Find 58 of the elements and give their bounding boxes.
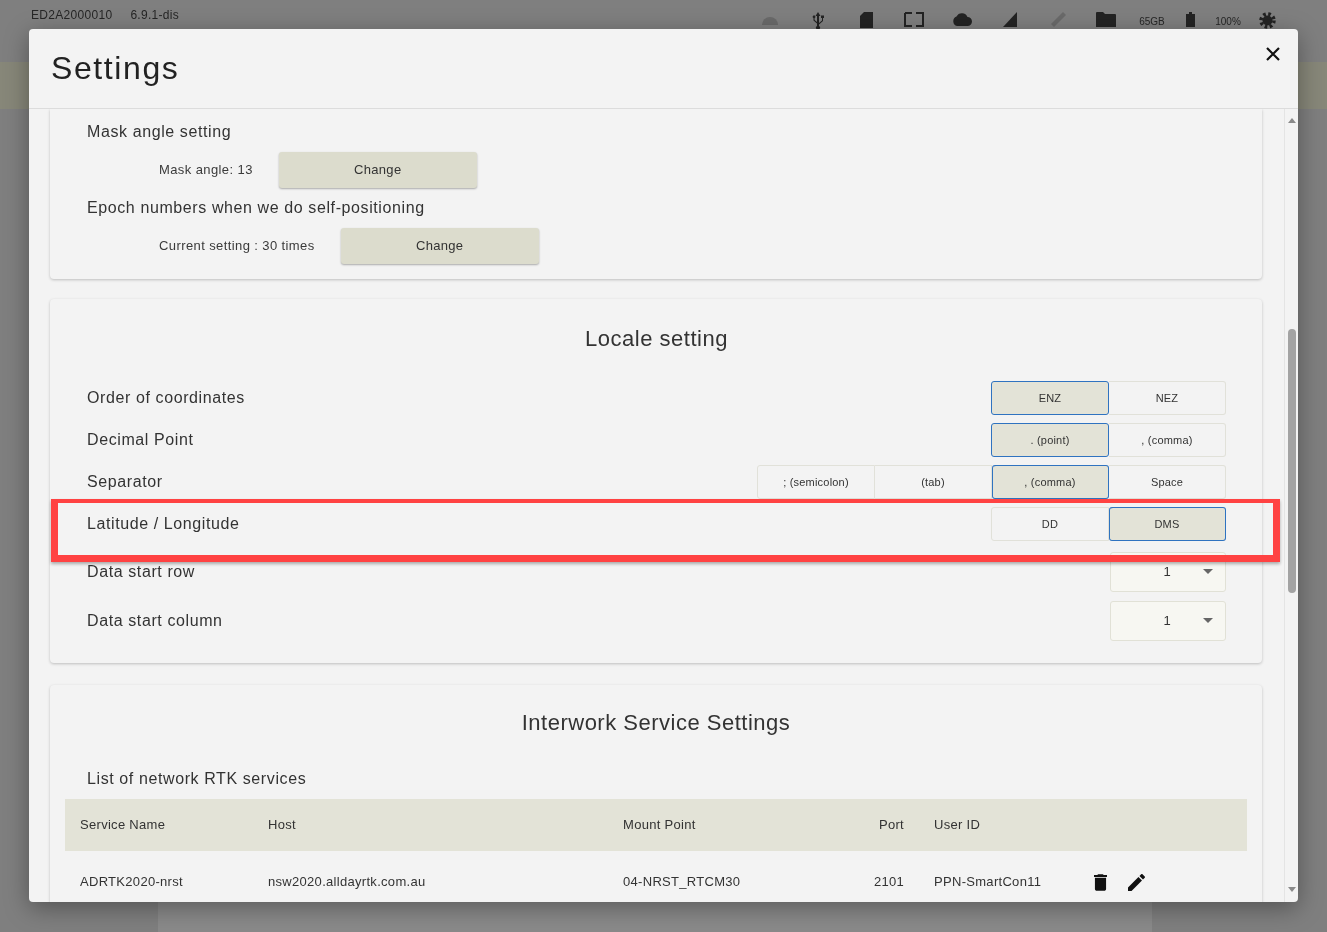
trash-icon[interactable] — [1094, 873, 1107, 891]
table-header-cell: Service Name — [65, 799, 253, 851]
section-title: Interwork Service Settings — [520, 709, 792, 737]
pencil-icon[interactable] — [1128, 873, 1145, 891]
setting-label: Order of coordinates — [87, 388, 245, 408]
table-cell: nsw2020.alldayrtk.com.au — [253, 851, 608, 902]
change-button[interactable]: Change — [340, 228, 539, 264]
list-title: List of network RTK services — [87, 769, 308, 789]
setting-heading: Epoch numbers when we do self-positioning — [87, 198, 426, 218]
battery-icon — [1185, 12, 1195, 27]
option-toggle[interactable]: ; (semicolon) — [757, 465, 875, 499]
device-id-text: ED2A2000010 — [31, 7, 113, 24]
table-header-cell: Mount Point — [608, 799, 833, 851]
setting-label: Data start row — [87, 561, 195, 582]
caret-icon — [1203, 569, 1213, 574]
table-cell: ADRTK2020-nrst — [65, 851, 253, 902]
signal-icon — [1003, 12, 1017, 27]
split-frame-icon — [904, 12, 924, 27]
table-cell: PPN-SmartCon11 — [919, 851, 1079, 902]
section-title: Locale setting — [584, 325, 729, 353]
option-toggle[interactable]: NEZ — [1109, 381, 1226, 415]
setting-heading: Mask angle setting — [87, 122, 233, 142]
option-toggle[interactable]: . (point) — [991, 423, 1109, 457]
option-toggle[interactable]: ENZ — [991, 381, 1109, 415]
scroll-up-arrow-icon[interactable] — [1287, 118, 1296, 123]
scrollbar-thumb[interactable] — [1287, 329, 1296, 593]
usb-icon — [812, 12, 824, 29]
table-cell: 2101 — [833, 851, 919, 902]
setting-label: Data start column — [87, 610, 223, 631]
scroll-down-arrow-icon[interactable] — [1287, 887, 1296, 892]
close-icon[interactable] — [1266, 47, 1280, 61]
sd-card-icon — [859, 12, 873, 28]
battery-percent-text: 100% — [1215, 15, 1241, 29]
option-toggle[interactable]: DD — [991, 507, 1109, 541]
cloud-icon — [952, 12, 972, 26]
version-text: 6.9.1-dis — [130, 7, 180, 24]
folder-icon — [1096, 12, 1116, 27]
option-toggle[interactable]: DMS — [1109, 507, 1226, 541]
change-button[interactable]: Change — [278, 152, 477, 188]
caret-icon — [1203, 618, 1213, 623]
table-cell: 04-NRST_RTCM30 — [608, 851, 833, 902]
table-header-cell: Port — [833, 799, 919, 851]
current-value-text: Mask angle: 13 — [159, 161, 253, 180]
setting-label: Latitude / Longitude — [87, 514, 240, 534]
option-toggle[interactable]: Space — [1109, 465, 1226, 499]
option-toggle[interactable]: , (comma) — [992, 465, 1109, 499]
option-toggle[interactable]: (tab) — [875, 465, 992, 499]
current-value-text: Current setting : 30 times — [159, 237, 315, 256]
dialog-title: Settings — [51, 49, 180, 87]
select-field[interactable]: 1 — [1110, 600, 1226, 641]
storage-text: 65GB — [1139, 15, 1165, 29]
settings-icon[interactable] — [1258, 12, 1276, 29]
table-header-cell: Host — [253, 799, 608, 851]
slanted-bar-icon — [1050, 12, 1066, 27]
table-header-cell: User ID — [919, 799, 1079, 851]
setting-label: Decimal Point — [87, 430, 194, 450]
option-toggle[interactable]: , (comma) — [1109, 423, 1226, 457]
setting-label: Separator — [87, 472, 163, 492]
